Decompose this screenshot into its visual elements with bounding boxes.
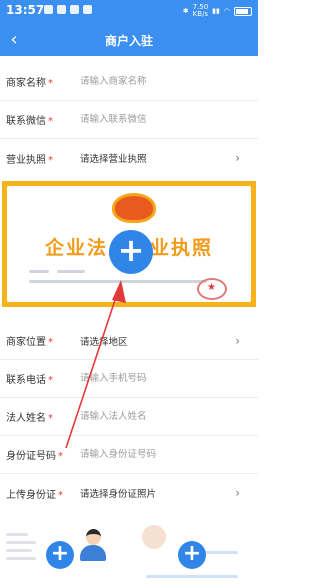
notification-icon [44,5,53,14]
chevron-right-icon: › [235,151,240,165]
text-line [57,270,85,273]
text-line [29,270,49,273]
merchant-location-label: 商家位置 * [6,337,53,348]
bluetooth-icon: ✱ [182,7,189,15]
form-row-id-number: 身份证号码 * [0,436,258,474]
app-icon [83,5,92,14]
required-mark: * [48,413,53,424]
battery-icon [234,6,252,16]
form-row-merchant-location[interactable]: 商家位置 * 请选择地区 › [0,322,258,360]
required-mark: * [58,451,63,462]
merchant-name-input[interactable] [80,70,230,93]
stamp-icon: ★ [197,278,227,300]
business-license-upload-card[interactable]: 企业法人营业执照 ★ + [2,181,256,307]
upload-id-label: 上传身份证 * [6,489,63,501]
chevron-right-icon: › [235,486,240,500]
text-line [6,541,36,544]
signal-icon: ▮▮ [212,7,220,15]
form-row-business-license[interactable]: 营业执照 * 请选择营业执照 › [0,139,258,177]
required-mark: * [48,337,53,348]
back-button[interactable]: ‹ [4,28,24,50]
status-bar: 13:57 ✱ 7.50 KB/s ▮▮ ◠ [0,0,258,24]
upload-id-select[interactable]: 请选择身份证照片 [80,486,156,500]
required-mark: * [48,78,53,89]
text-line [6,557,36,560]
required-mark: * [48,154,53,166]
chevron-right-icon: › [235,333,240,348]
page-title: 商户入驻 [104,34,153,48]
add-id-front-plus-icon[interactable]: + [46,541,74,569]
id-number-input[interactable] [80,443,230,466]
navbar: ‹ 商户入驻 [0,24,258,56]
gallery-icon [57,5,66,14]
seal-emblem-icon [112,193,156,223]
national-emblem-icon [142,525,166,549]
wifi-icon: ◠ [223,7,230,15]
id-front-upload-card[interactable]: + [4,515,122,585]
app-icon [70,5,79,14]
license-sample-image: 企业法人营业执照 ★ + [7,186,251,302]
form-row-contact-phone: 联系电话 * [0,360,258,398]
required-mark: * [48,375,53,386]
portrait-icon [80,529,106,561]
network-speed: 7.50 KB/s [192,3,209,18]
text-line [6,549,32,552]
contact-wechat-label: 联系微信 * [6,116,53,127]
legal-name-input[interactable] [80,405,230,428]
text-line [6,533,28,536]
business-license-label: 营业执照 * [6,154,53,166]
status-time: 13:57 [6,3,45,17]
form-row-legal-name: 法人姓名 * [0,398,258,436]
id-back-upload-card[interactable]: + [136,515,254,585]
required-mark: * [58,489,63,501]
form-row-upload-id[interactable]: 上传身份证 * 请选择身份证照片 › [0,474,258,512]
id-card-uploads: + + [0,515,258,585]
business-license-select[interactable]: 请选择营业执照 [80,151,147,165]
merchant-name-label: 商家名称 * [6,78,53,89]
text-line [146,575,238,578]
add-id-back-plus-icon[interactable]: + [178,541,206,569]
form-row-contact-wechat: 联系微信 * [0,101,258,139]
contact-phone-label: 联系电话 * [6,375,53,386]
status-right-icons: ✱ 7.50 KB/s ▮▮ ◠ [183,4,252,18]
required-mark: * [48,116,53,127]
merchant-location-select[interactable]: 请选择地区 [80,334,128,348]
status-notification-icons [44,5,92,14]
legal-name-label: 法人姓名 * [6,413,53,424]
contact-wechat-input[interactable] [80,108,230,131]
contact-phone-input[interactable] [80,367,230,390]
add-license-plus-icon[interactable]: + [109,230,153,274]
text-line [57,280,207,283]
id-number-label: 身份证号码 * [6,451,63,462]
chevron-left-icon: ‹ [10,28,18,50]
form-row-merchant-name: 商家名称 * [0,63,258,101]
